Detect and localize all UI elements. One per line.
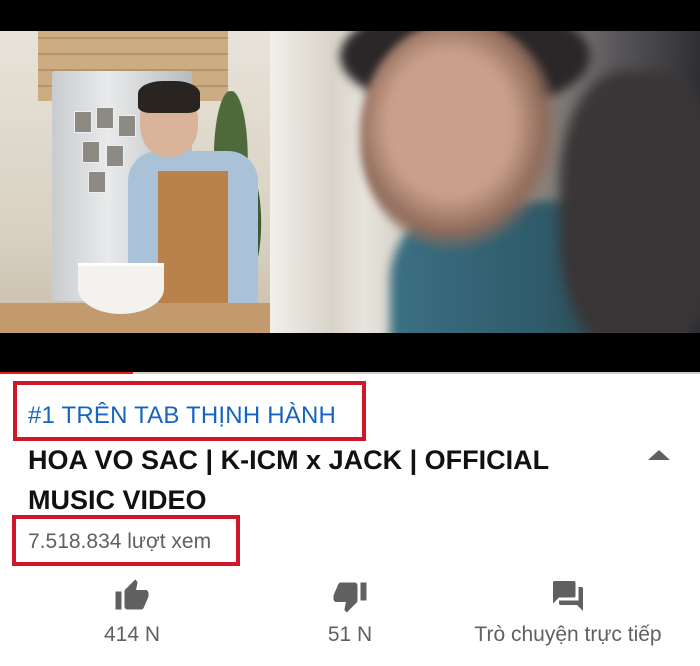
thumbs-down-icon — [300, 578, 400, 614]
like-button[interactable]: 414 N — [82, 578, 182, 647]
live-chat-button[interactable]: Trò chuyện trực tiếp — [456, 578, 680, 647]
foreground-face — [360, 31, 560, 251]
like-count: 414 N — [103, 623, 161, 646]
doorframe — [270, 31, 330, 333]
highlight-box-trending — [13, 381, 366, 441]
video-player[interactable] — [0, 0, 700, 374]
video-title: HOA VO SAC | K-ICM x JACK | OFFICIAL MUS… — [28, 445, 549, 515]
progress-fill — [0, 372, 133, 374]
video-frame[interactable] — [0, 31, 700, 333]
chevron-up-icon[interactable] — [648, 450, 670, 460]
mixing-bowl — [78, 263, 164, 314]
dislike-count: 51 N — [327, 623, 373, 646]
highlight-box-views — [12, 515, 240, 566]
progress-bar[interactable] — [0, 372, 700, 374]
chat-icon — [456, 578, 680, 614]
foreground-shoulder — [560, 71, 700, 333]
thumbs-up-icon — [82, 578, 182, 614]
live-chat-label: Trò chuyện trực tiếp — [474, 623, 662, 646]
dislike-button[interactable]: 51 N — [300, 578, 400, 647]
